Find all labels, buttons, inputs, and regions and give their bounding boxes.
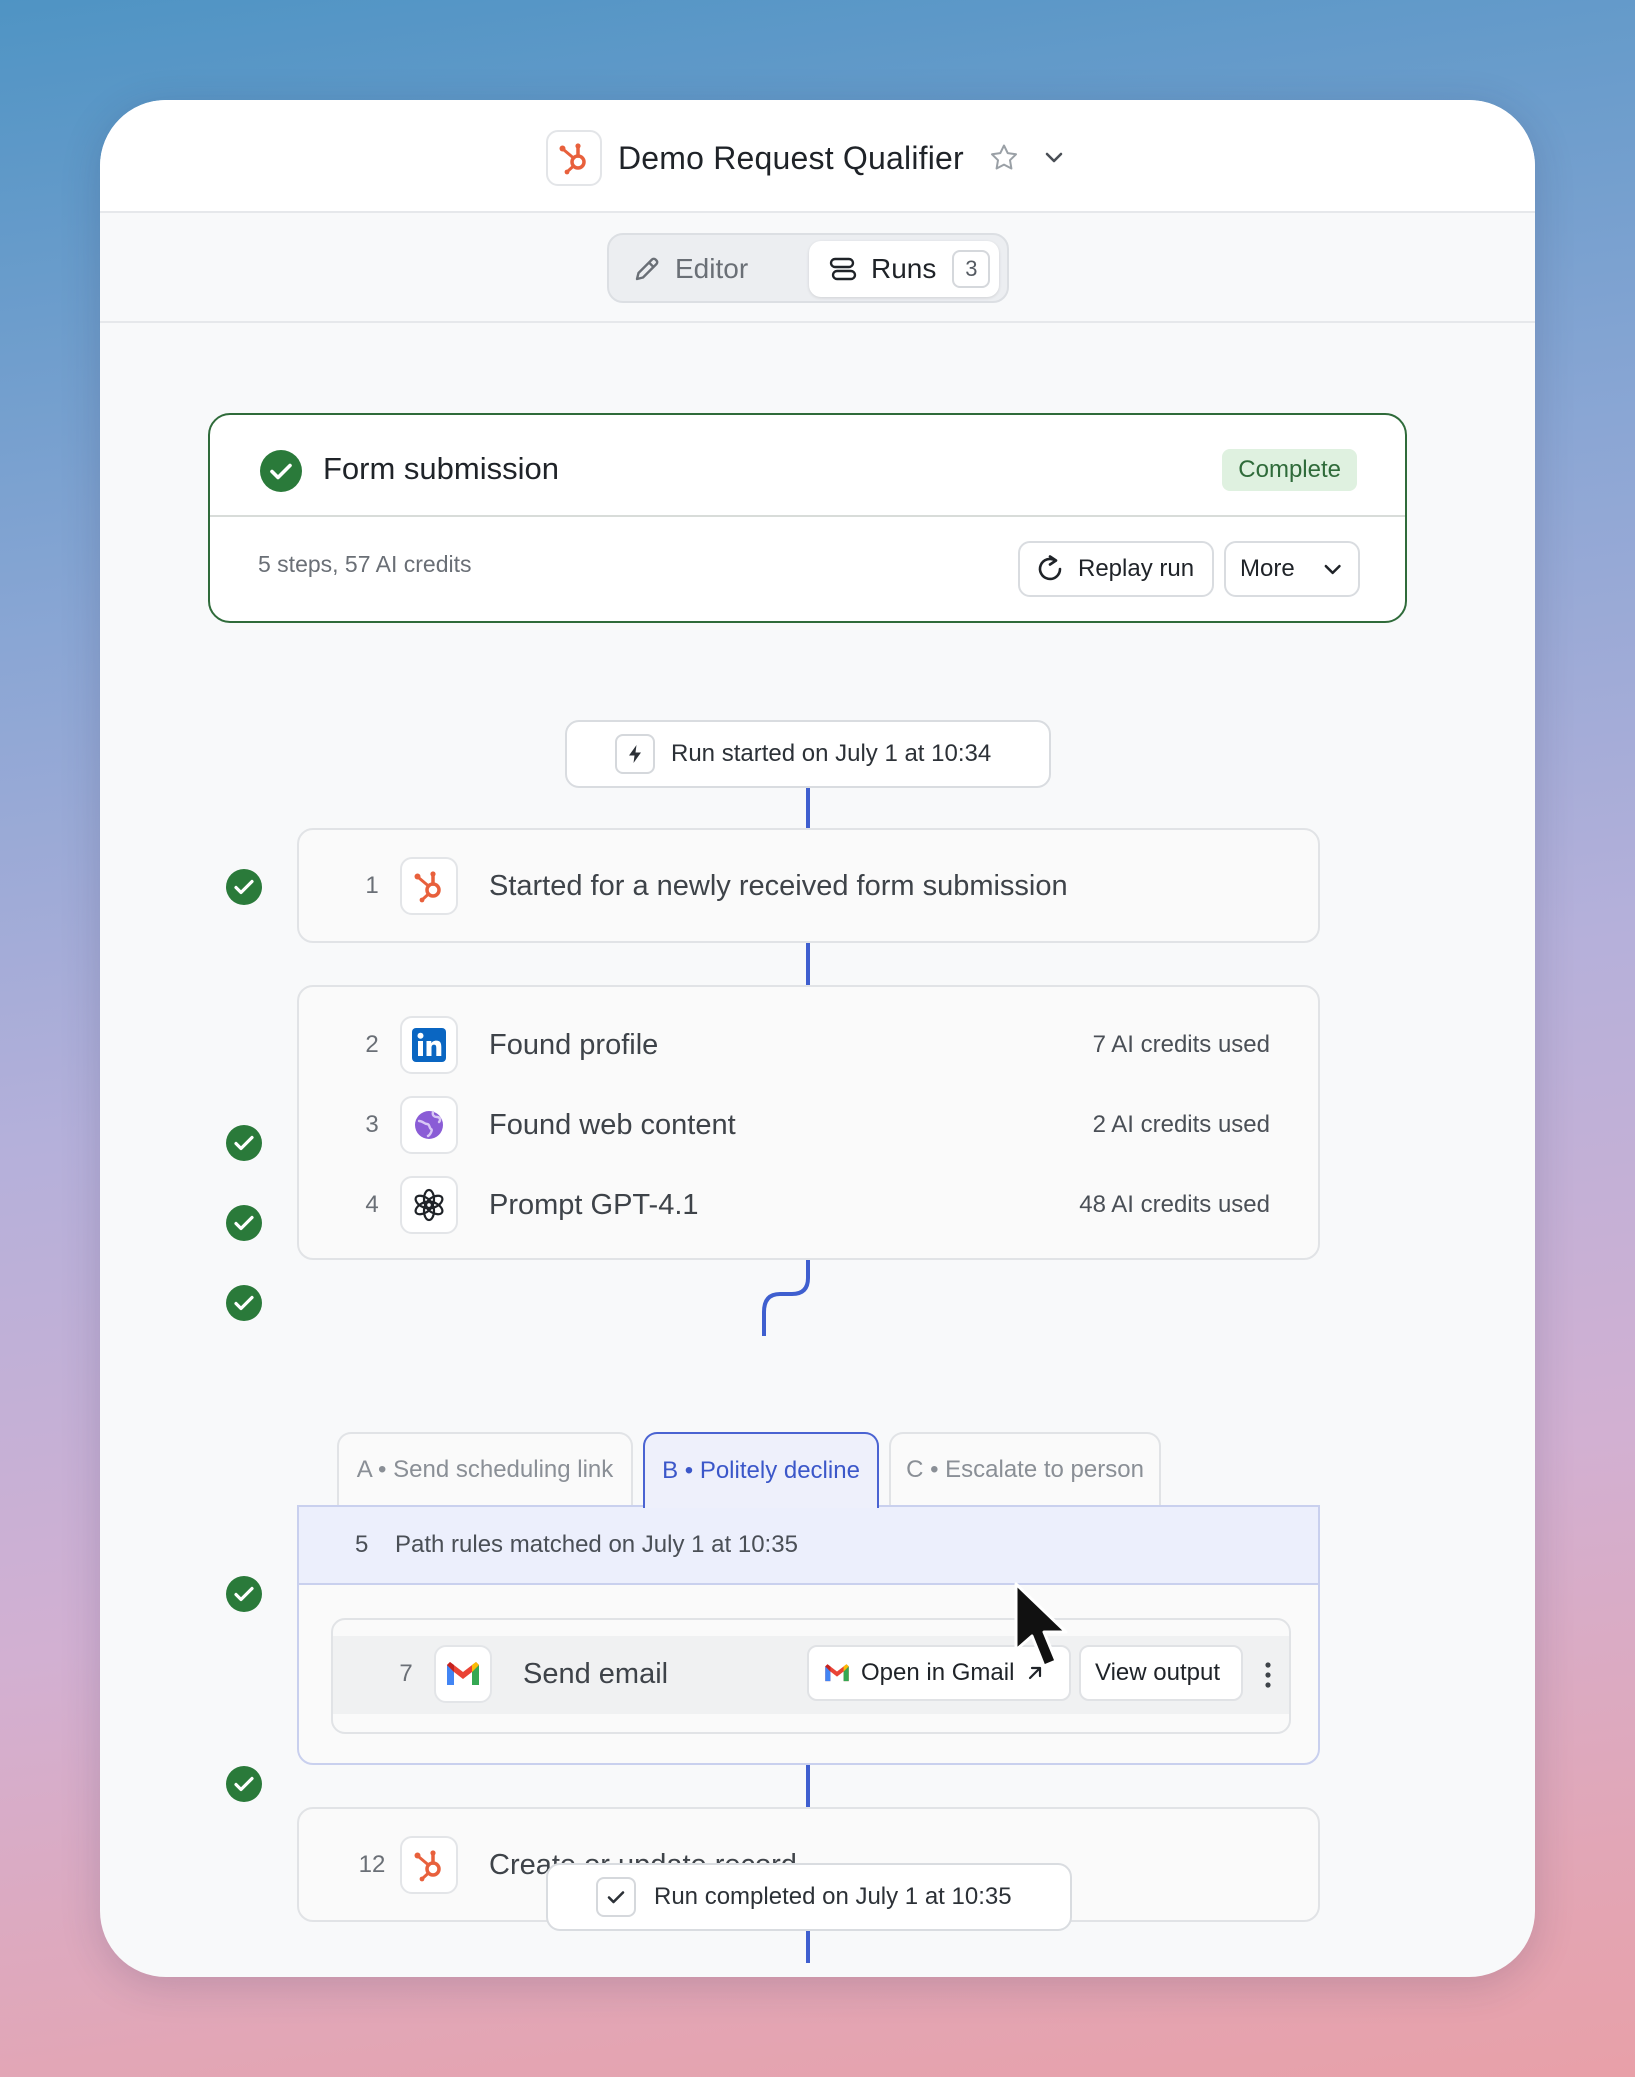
step-label: Found web content <box>489 1108 736 1141</box>
chevron-down-icon[interactable] <box>1040 144 1068 172</box>
step-row[interactable]: 4 Prompt GPT-4.1 48 AI credits used <box>299 1165 1318 1245</box>
tab-editor-label: Editor <box>675 253 749 284</box>
view-output-button[interactable]: View output <box>1079 1645 1243 1701</box>
step-row[interactable]: 3 Found web content 2 AI credits used <box>299 1085 1318 1165</box>
run-started-text: Run started on July 1 at 10:34 <box>671 740 992 767</box>
success-check-icon <box>226 1125 262 1161</box>
hubspot-icon <box>400 857 458 915</box>
step-group-card: 2 Found profile 7 AI credits used 3 Foun… <box>297 985 1320 1260</box>
hubspot-icon <box>400 1836 458 1894</box>
workflow-title-group[interactable]: Demo Request Qualifier <box>546 130 1068 186</box>
step-number: 1 <box>365 872 379 899</box>
view-tab-bar: Editor Runs 3 <box>100 213 1535 323</box>
flow-connector <box>806 1765 810 1807</box>
path-tab-a[interactable]: A • Send scheduling link <box>337 1432 633 1506</box>
run-summary-header: Form submission Complete <box>210 415 1405 517</box>
step-label: Send email <box>523 1658 669 1690</box>
step-number: 12 <box>358 1851 386 1878</box>
step-card[interactable]: 1 Started for a newly received form subm… <box>297 828 1320 943</box>
tab-runs-label: Runs <box>871 253 937 284</box>
success-check-icon <box>226 1205 262 1241</box>
gmail-icon <box>825 1664 849 1682</box>
credits-used: 7 AI credits used <box>1092 1031 1270 1058</box>
credits-used: 48 AI credits used <box>1079 1191 1270 1218</box>
step-row[interactable]: 7 Send email Open in Gmail View output <box>333 1636 1289 1714</box>
gmail-icon <box>434 1645 492 1703</box>
more-label: More <box>1240 555 1295 582</box>
tab-editor[interactable]: Editor <box>631 243 748 295</box>
status-badge: Complete <box>1222 449 1357 491</box>
path-tab-b[interactable]: B • Politely decline <box>643 1432 879 1508</box>
more-options-icon[interactable] <box>1265 1662 1271 1688</box>
run-started-marker: Run started on July 1 at 10:34 <box>565 720 1051 788</box>
step-number: 5 <box>355 1531 369 1558</box>
run-completed-text: Run completed on July 1 at 10:35 <box>654 1883 1012 1910</box>
success-check-icon <box>226 1576 262 1612</box>
mouse-cursor-icon <box>1014 1582 1068 1668</box>
success-check-icon <box>260 450 302 492</box>
flow-connector <box>806 943 810 985</box>
success-check-icon <box>226 1285 262 1321</box>
web-globe-icon <box>400 1096 458 1154</box>
view-output-label: View output <box>1095 1659 1220 1686</box>
view-switcher: Editor Runs 3 <box>607 233 1009 303</box>
branch-connector <box>762 1260 810 1336</box>
star-icon[interactable] <box>988 142 1020 174</box>
step-number: 2 <box>365 1031 379 1058</box>
run-meta: 5 steps, 57 AI credits <box>258 551 472 577</box>
tab-runs[interactable]: Runs 3 <box>809 241 999 297</box>
path-tab-c[interactable]: C • Escalate to person <box>889 1432 1161 1506</box>
step-card: 7 Send email Open in Gmail View output <box>331 1618 1291 1734</box>
replay-run-label: Replay run <box>1078 555 1195 582</box>
linkedin-icon <box>400 1016 458 1074</box>
hubspot-icon <box>546 130 602 186</box>
title-bar: Demo Request Qualifier <box>100 100 1535 213</box>
path-rules-text: Path rules matched on July 1 at 10:35 <box>395 1531 798 1558</box>
success-check-icon <box>226 869 262 905</box>
step-label: Prompt GPT-4.1 <box>489 1188 699 1221</box>
path-rules-header: 5 Path rules matched on July 1 at 10:35 <box>299 1507 1318 1585</box>
open-in-gmail-label: Open in Gmail <box>861 1659 1015 1686</box>
step-label: Started for a newly received form submis… <box>489 869 1068 902</box>
runs-count-badge: 3 <box>952 250 991 288</box>
step-label: Found profile <box>489 1028 659 1061</box>
pencil-icon <box>635 257 659 281</box>
step-number: 3 <box>365 1111 379 1138</box>
flow-connector <box>806 788 810 828</box>
app-window: Demo Request Qualifier Editor Runs 3 For… <box>100 100 1535 1977</box>
workflow-title: Demo Request Qualifier <box>618 139 964 176</box>
success-check-icon <box>226 1766 262 1802</box>
lightning-icon <box>615 734 655 774</box>
replay-run-button[interactable]: Replay run <box>1018 541 1214 597</box>
path-tab-label: C • Escalate to person <box>906 1456 1144 1483</box>
step-number: 4 <box>365 1191 379 1218</box>
chevron-down-icon <box>1324 564 1341 575</box>
trigger-title: Form submission <box>323 451 559 486</box>
step-row[interactable]: 2 Found profile 7 AI credits used <box>299 1005 1318 1085</box>
run-summary-card: Form submission Complete 5 steps, 57 AI … <box>208 413 1407 623</box>
step-number: 7 <box>399 1660 413 1687</box>
path-tab-label: A • Send scheduling link <box>356 1456 614 1483</box>
checkmark-icon <box>596 1877 636 1917</box>
path-tab-label: B • Politely decline <box>662 1457 860 1484</box>
openai-icon <box>400 1176 458 1234</box>
more-dropdown-button[interactable]: More <box>1224 541 1360 597</box>
credits-used: 2 AI credits used <box>1092 1111 1270 1138</box>
run-completed-marker: Run completed on July 1 at 10:35 <box>546 1863 1072 1931</box>
path-branch-card: 5 Path rules matched on July 1 at 10:35 … <box>297 1505 1320 1765</box>
runs-list-icon <box>829 257 857 281</box>
replay-icon <box>1038 555 1062 581</box>
